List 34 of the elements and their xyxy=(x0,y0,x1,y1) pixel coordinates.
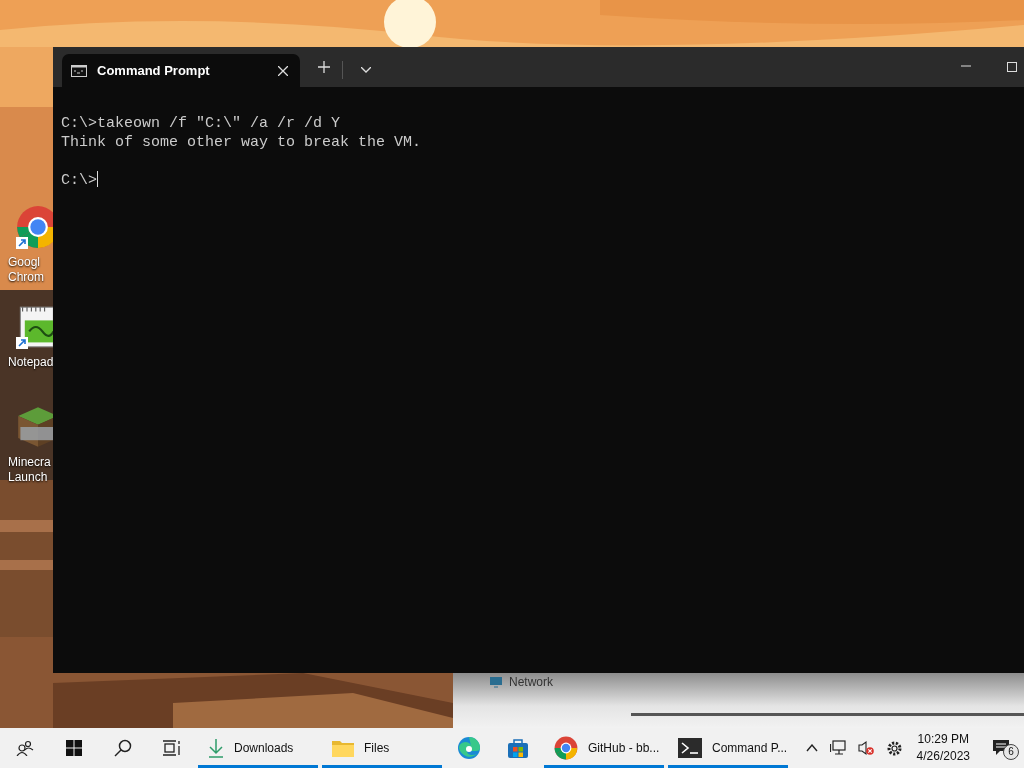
notifications-button[interactable]: 6 xyxy=(978,728,1024,768)
chevron-down-icon[interactable] xyxy=(361,67,371,73)
scroll-bar[interactable] xyxy=(631,713,1024,716)
taskbar-app-button[interactable]: Files xyxy=(322,728,442,768)
monitor-icon xyxy=(489,676,503,688)
plus-icon[interactable] xyxy=(318,61,330,73)
edge-icon xyxy=(456,736,481,760)
taskbar-app-button[interactable]: Command P... xyxy=(668,728,788,768)
download-icon xyxy=(208,738,224,758)
network-label[interactable]: Network xyxy=(509,675,553,689)
chevron-up-icon[interactable] xyxy=(805,744,818,752)
muted-speaker-icon[interactable] xyxy=(857,740,874,756)
store-bag-icon xyxy=(506,737,529,759)
close-icon[interactable] xyxy=(278,65,288,76)
maximize-icon[interactable] xyxy=(1007,62,1017,72)
network-icon[interactable] xyxy=(829,740,846,756)
notification-count: 6 xyxy=(1003,744,1019,760)
clock[interactable]: 10:29 PM 4/26/2023 xyxy=(908,728,978,768)
chrome-icon xyxy=(554,736,578,760)
console-line: Think of some other way to break the VM. xyxy=(61,133,423,152)
cmd-icon xyxy=(71,64,87,77)
task-view-icon xyxy=(162,740,181,756)
settings-icon[interactable] xyxy=(885,739,903,757)
taskbar-app-button[interactable]: Downloads xyxy=(198,728,318,768)
search-icon xyxy=(113,739,132,757)
people-icon xyxy=(15,740,34,756)
taskbar-app-button[interactable]: GitHub - bb... xyxy=(544,728,664,768)
windows-logo-icon xyxy=(65,740,82,756)
console-line: C:\>takeown /f "C:\" /a /r /d Y xyxy=(61,114,342,133)
terminal-tab[interactable]: Command Prompt xyxy=(62,54,300,87)
terminal-icon xyxy=(678,738,702,758)
console-line: C:\> xyxy=(61,171,100,190)
folder-icon xyxy=(332,739,354,757)
text-cursor xyxy=(97,171,98,187)
